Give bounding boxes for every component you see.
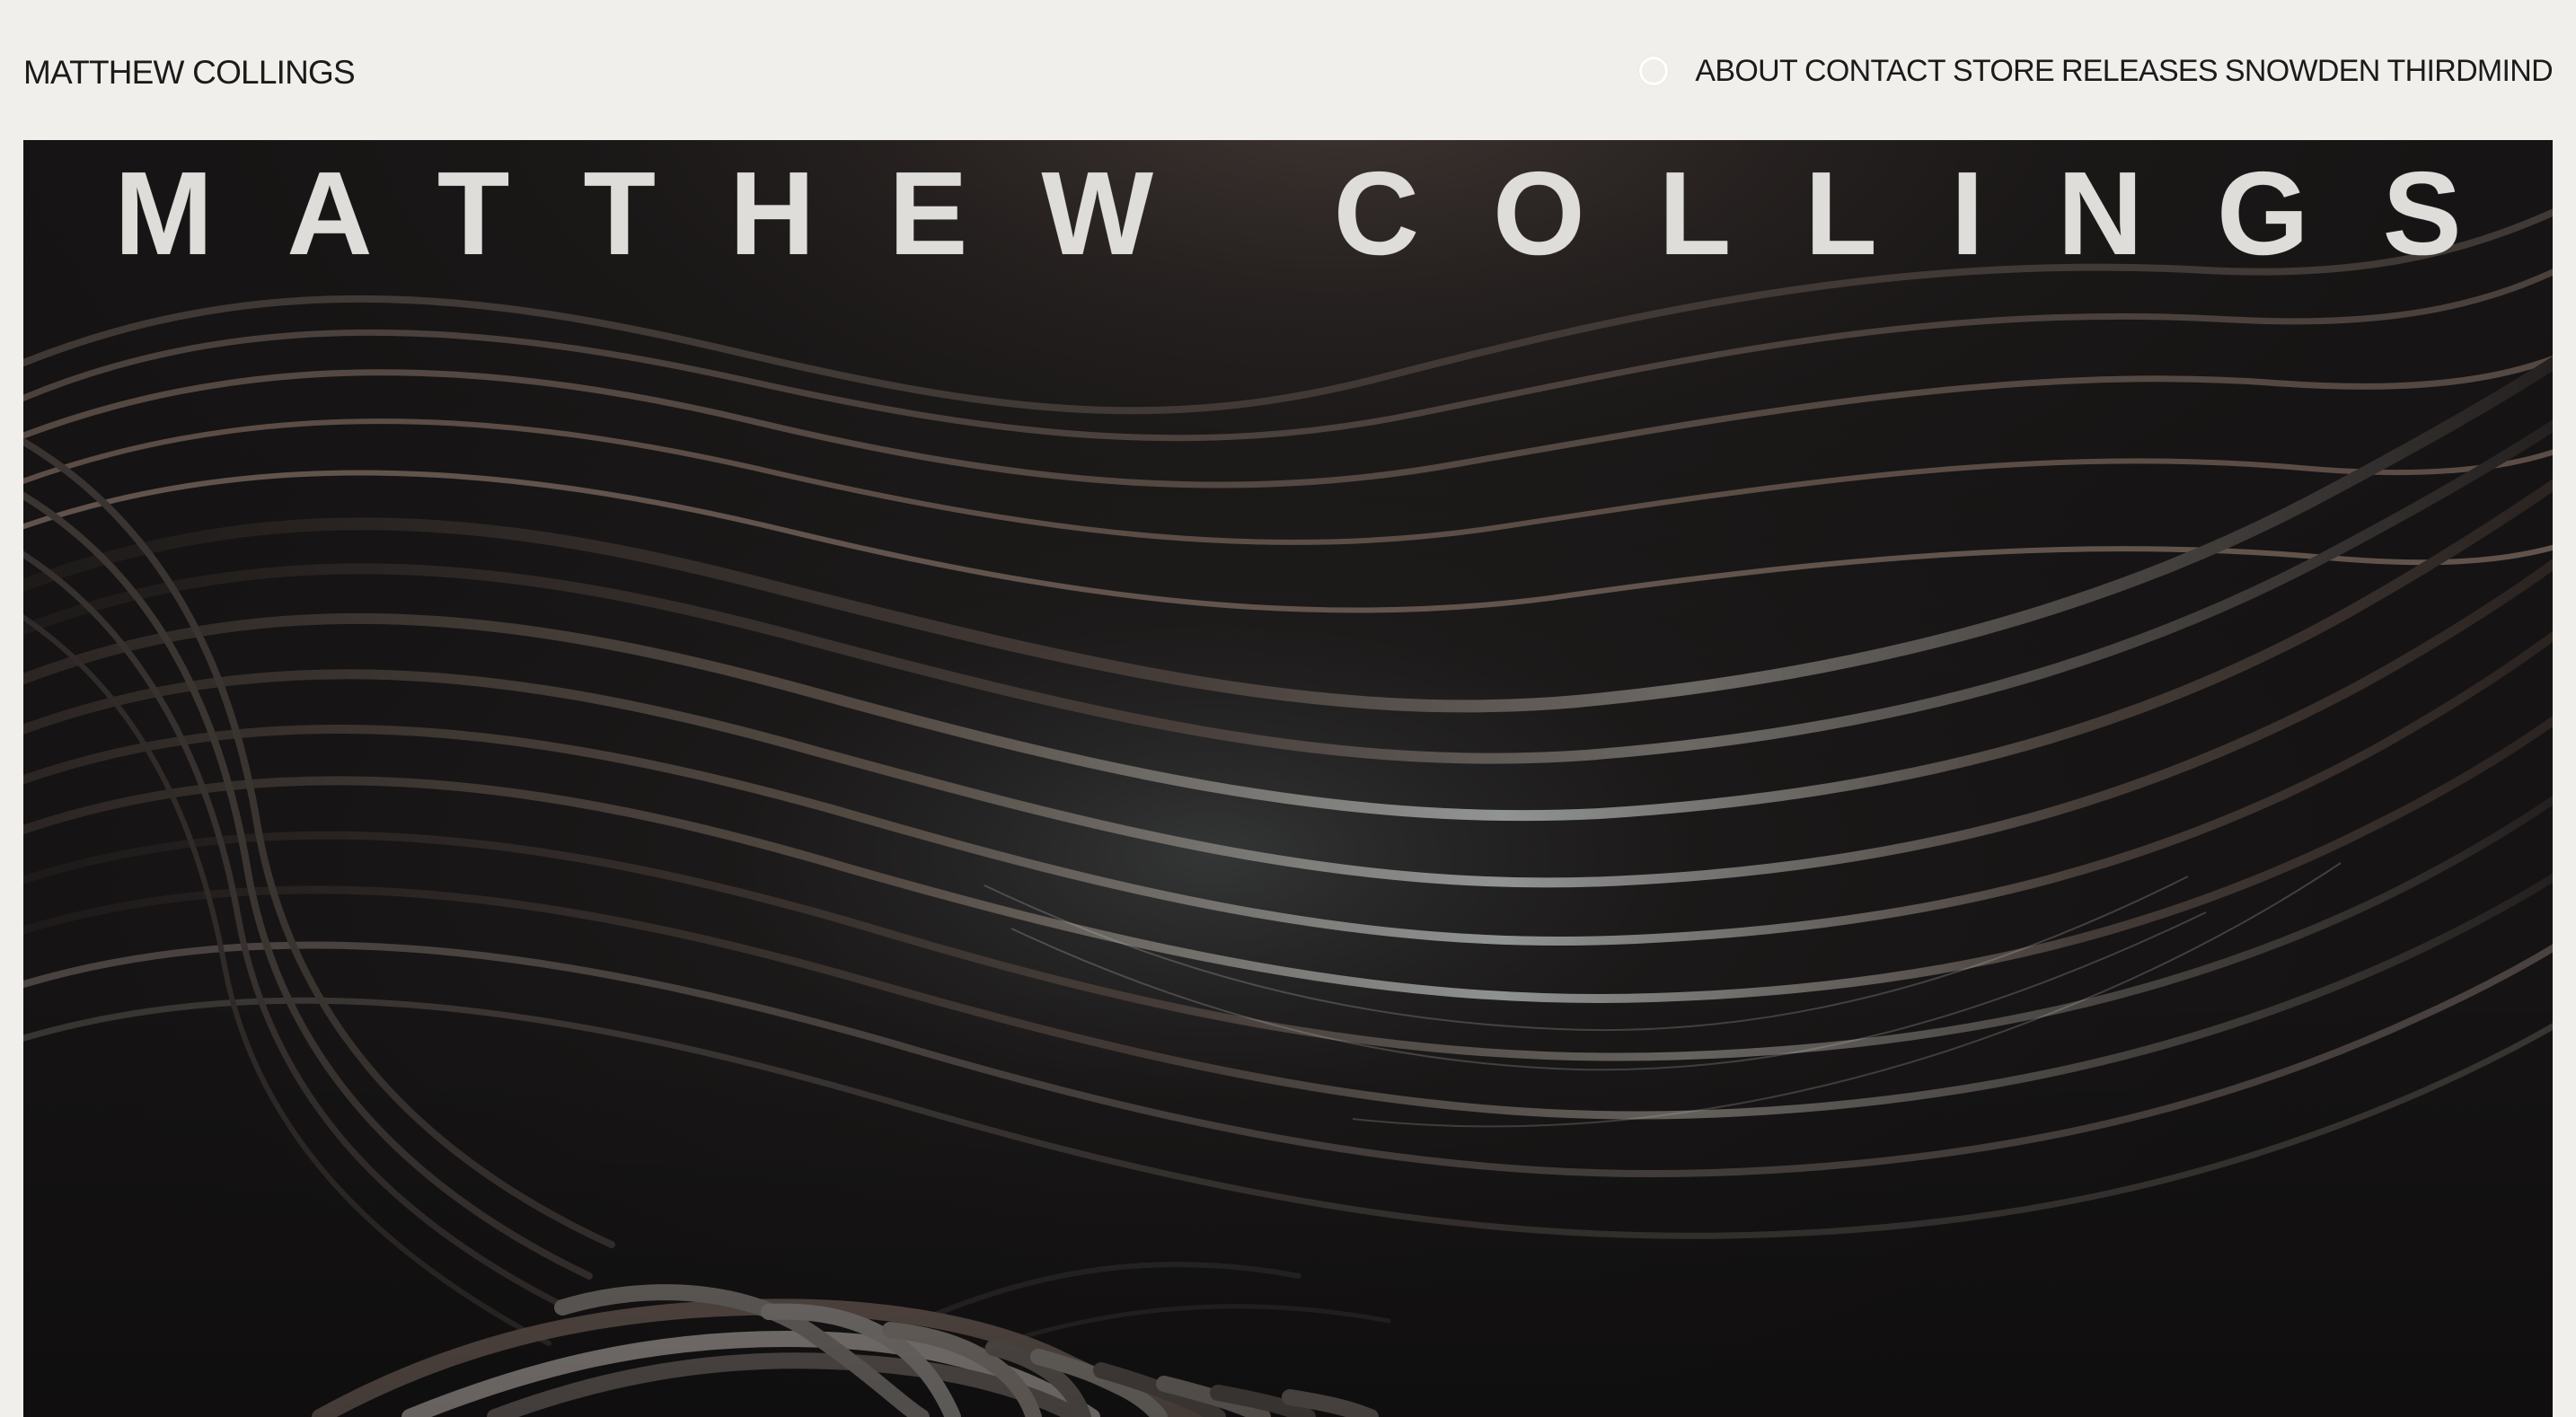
circle-toggle-icon[interactable]	[1639, 57, 1669, 85]
nav-link-releases[interactable]: RELEASES	[2061, 50, 2219, 92]
site-header: MATTHEW COLLINGS ABOUT CONTACT STORE REL…	[0, 0, 2576, 140]
abstract-wave-artwork	[23, 140, 2553, 1417]
nav-link-snowden[interactable]: SNOWDEN	[2225, 50, 2380, 92]
nav-link-thirdmind[interactable]: THIRDMIND	[2387, 50, 2554, 92]
nav-link-contact[interactable]: CONTACT	[1804, 50, 1946, 92]
main-navigation: ABOUT CONTACT STORE RELEASES SNOWDEN THI…	[1639, 50, 2554, 92]
site-title-link[interactable]: MATTHEW COLLINGS	[23, 52, 356, 93]
nav-link-store[interactable]: STORE	[1953, 50, 2055, 92]
hero-album-art[interactable]: MATTHEW COLLINGS	[23, 140, 2553, 1417]
hero-artist-title: MATTHEW COLLINGS	[114, 147, 2536, 279]
nav-link-about[interactable]: ABOUT	[1695, 50, 1797, 92]
